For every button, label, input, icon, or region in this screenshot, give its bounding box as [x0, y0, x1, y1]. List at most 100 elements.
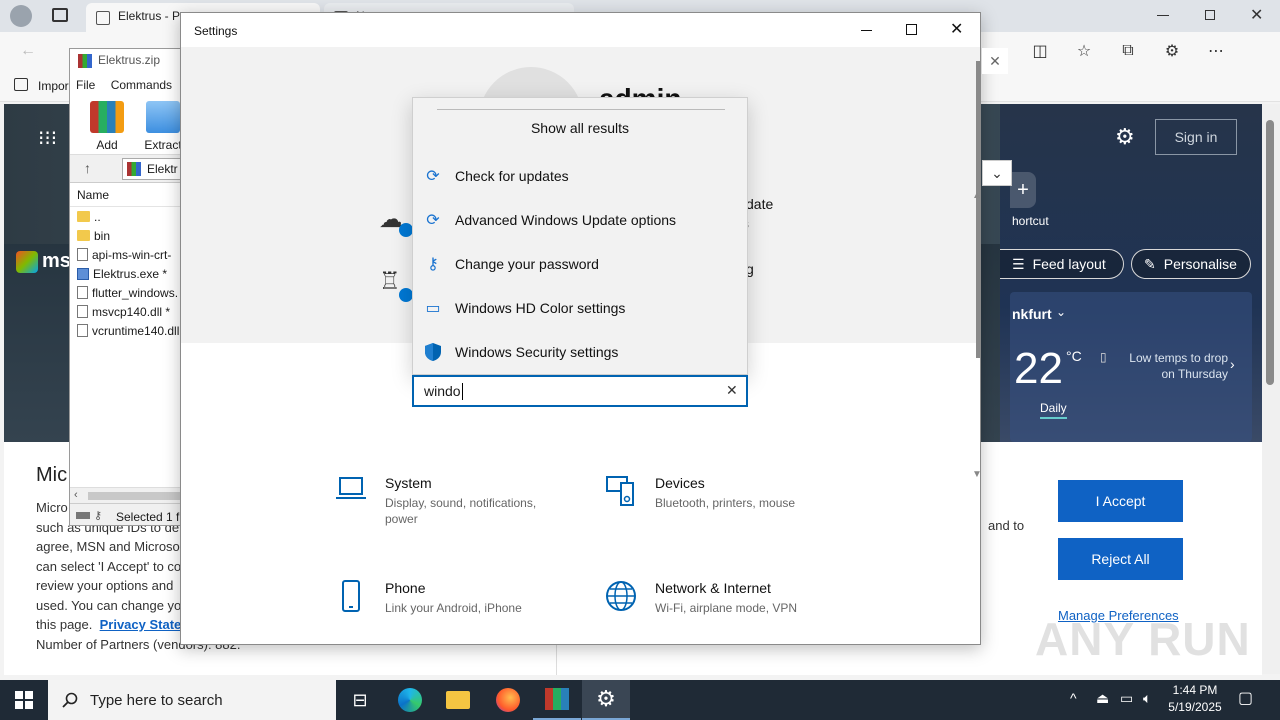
scrollbar-thumb[interactable] — [88, 492, 186, 500]
close-icon[interactable]: ✕ — [982, 48, 1008, 74]
scroll-down-icon[interactable]: ▼ — [972, 469, 980, 480]
clear-search-icon[interactable]: ✕ — [726, 382, 738, 399]
notifications-icon[interactable]: ▢ — [1238, 688, 1253, 708]
add-button[interactable]: Add — [84, 101, 130, 152]
start-button[interactable] — [0, 680, 48, 720]
extensions-icon[interactable]: ⚙ — [1158, 37, 1186, 65]
settings-gear-icon[interactable]: ⚙ — [1115, 124, 1135, 150]
settings-scrollbar[interactable] — [976, 61, 980, 358]
window-close-icon[interactable]: ✕ — [1250, 5, 1263, 25]
search-result-windows-security[interactable]: Windows Security settings — [413, 330, 747, 374]
search-result-advanced-update[interactable]: ⟳ Advanced Windows Update options — [413, 198, 747, 242]
settings-taskbar-button[interactable]: ⚙ — [582, 680, 630, 720]
key-icon: ⚷ — [94, 510, 103, 522]
list-item[interactable]: vcruntime140.dll — [70, 321, 186, 340]
add-shortcut-button[interactable]: + — [1010, 172, 1036, 208]
category-devices[interactable]: Devices Bluetooth, printers, mouse — [605, 475, 845, 511]
more-menu-icon[interactable]: ⋯ — [1202, 37, 1230, 65]
favorites-star-icon[interactable]: ☆ — [1070, 37, 1098, 65]
chevron-down-icon[interactable]: ⌄ — [982, 160, 1012, 186]
laptop-icon — [336, 477, 366, 499]
show-hidden-icons[interactable]: ^ — [1070, 690, 1077, 706]
menu-commands[interactable]: Commands — [111, 78, 172, 92]
winrar-icon — [545, 688, 569, 710]
task-view-button[interactable]: ⊟ — [336, 680, 384, 720]
column-header-name[interactable]: Name — [70, 183, 186, 207]
split-screen-icon[interactable]: ◫ — [1026, 37, 1054, 65]
show-all-results[interactable]: Show all results — [413, 120, 747, 146]
up-arrow-icon[interactable]: ↑ — [84, 160, 91, 176]
accept-button[interactable]: I Accept — [1058, 480, 1183, 522]
usb-device-icon[interactable]: ⏏ — [1096, 690, 1109, 707]
list-item[interactable]: Elektrus.exe * — [70, 264, 186, 283]
status-dot — [399, 288, 413, 302]
system-clock[interactable]: 1:44 PM 5/19/2025 — [1165, 682, 1225, 716]
list-item[interactable]: bin — [70, 226, 186, 245]
search-result-check-updates[interactable]: ⟳ Check for updates — [413, 154, 747, 198]
chevron-right-icon[interactable]: › — [1230, 356, 1235, 372]
edge-icon — [398, 688, 422, 712]
edge-taskbar-button[interactable] — [386, 680, 434, 720]
windows-update-label: date — [746, 196, 774, 212]
search-result-hd-color[interactable]: ▭ Windows HD Color settings — [413, 286, 747, 330]
feed-layout-button[interactable]: ☰ Feed layout — [1000, 249, 1124, 279]
scroll-up-icon[interactable]: ▲ — [972, 190, 980, 201]
anyrun-watermark: ANY RUN — [1035, 613, 1251, 665]
phone-icon — [342, 580, 360, 612]
import-favorites-link[interactable]: Impor — [38, 79, 69, 93]
category-phone[interactable]: Phone Link your Android, iPhone — [335, 580, 555, 616]
winrar-titlebar: Elektrus.zip — [70, 49, 186, 73]
volume-icon[interactable]: 🔈︎ — [1143, 690, 1151, 707]
window-restore-icon[interactable] — [1205, 10, 1215, 20]
reject-all-button[interactable]: Reject All — [1058, 538, 1183, 580]
path-field[interactable]: Elektr — [122, 158, 186, 180]
window-minimize-icon[interactable] — [1157, 15, 1169, 16]
back-icon[interactable]: ← — [14, 37, 42, 65]
settings-search-input[interactable]: windo ✕ — [412, 375, 748, 407]
scroll-left-icon[interactable]: ‹ — [74, 489, 78, 501]
devices-icon — [606, 476, 634, 506]
import-favorites-icon — [14, 78, 28, 91]
close-icon[interactable]: ✕ — [950, 19, 963, 39]
file-list: .. bin api-ms-win-crt- Elektrus.exe * fl… — [70, 207, 186, 487]
page-scrollbar-thumb[interactable] — [1266, 120, 1274, 385]
category-system[interactable]: System Display, sound, notifications, po… — [335, 475, 555, 527]
winrar-taskbar-button[interactable] — [533, 680, 581, 720]
workspace-icon[interactable] — [52, 8, 68, 22]
network-icon[interactable]: ▭ — [1120, 690, 1133, 707]
sign-in-button[interactable]: Sign in — [1155, 119, 1237, 155]
consent-text-fragment: and to — [988, 518, 1025, 533]
horizontal-scrollbar[interactable]: ‹ — [70, 487, 186, 503]
minimize-icon[interactable] — [861, 30, 872, 31]
list-item[interactable]: .. — [70, 207, 186, 226]
chevron-down-icon: ⌄ — [1056, 305, 1067, 319]
winrar-path-bar: ↑ Elektr — [70, 155, 186, 183]
privacy-statement-link[interactable]: Privacy State — [100, 617, 182, 632]
weather-card[interactable]: nkfurt ⌄ 22 °C ▯ Low temps to drop on Th… — [1010, 292, 1252, 442]
winrar-toolbar: Add Extract — [70, 97, 186, 155]
maximize-icon[interactable] — [906, 24, 917, 35]
collections-icon[interactable]: ⧉ — [1114, 37, 1142, 65]
winrar-statusbar: ⚷ Selected 1 fi — [70, 503, 186, 525]
app-launcher-icon[interactable]: ⁝⁝⁝ — [38, 126, 57, 151]
profile-avatar[interactable] — [10, 5, 32, 27]
menu-file[interactable]: File — [76, 78, 95, 92]
weather-daily-tab[interactable]: Daily — [1040, 401, 1067, 419]
taskbar-search-box[interactable]: Type here to search — [48, 680, 336, 720]
folder-icon — [446, 691, 470, 709]
weather-alert: Low temps to drop on Thursday — [1129, 351, 1228, 381]
weather-temperature: 22 — [1014, 344, 1063, 393]
extract-folder-icon — [146, 101, 180, 133]
msn-logo: ms — [16, 250, 71, 273]
key-icon: ⚷ — [427, 256, 439, 273]
file-explorer-button[interactable] — [434, 680, 482, 720]
display-icon: ▭ — [425, 300, 441, 317]
feed-layout-icon: ☰ — [1012, 255, 1025, 272]
personalise-button[interactable]: ✎ Personalise — [1131, 249, 1251, 279]
firefox-button[interactable] — [484, 680, 532, 720]
list-item[interactable]: api-ms-win-crt- — [70, 245, 186, 264]
list-item[interactable]: flutter_windows. — [70, 283, 186, 302]
search-result-change-password[interactable]: ⚷ Change your password — [413, 242, 747, 286]
category-network[interactable]: Network & Internet Wi-Fi, airplane mode,… — [605, 580, 845, 616]
list-item[interactable]: msvcp140.dll * — [70, 302, 186, 321]
